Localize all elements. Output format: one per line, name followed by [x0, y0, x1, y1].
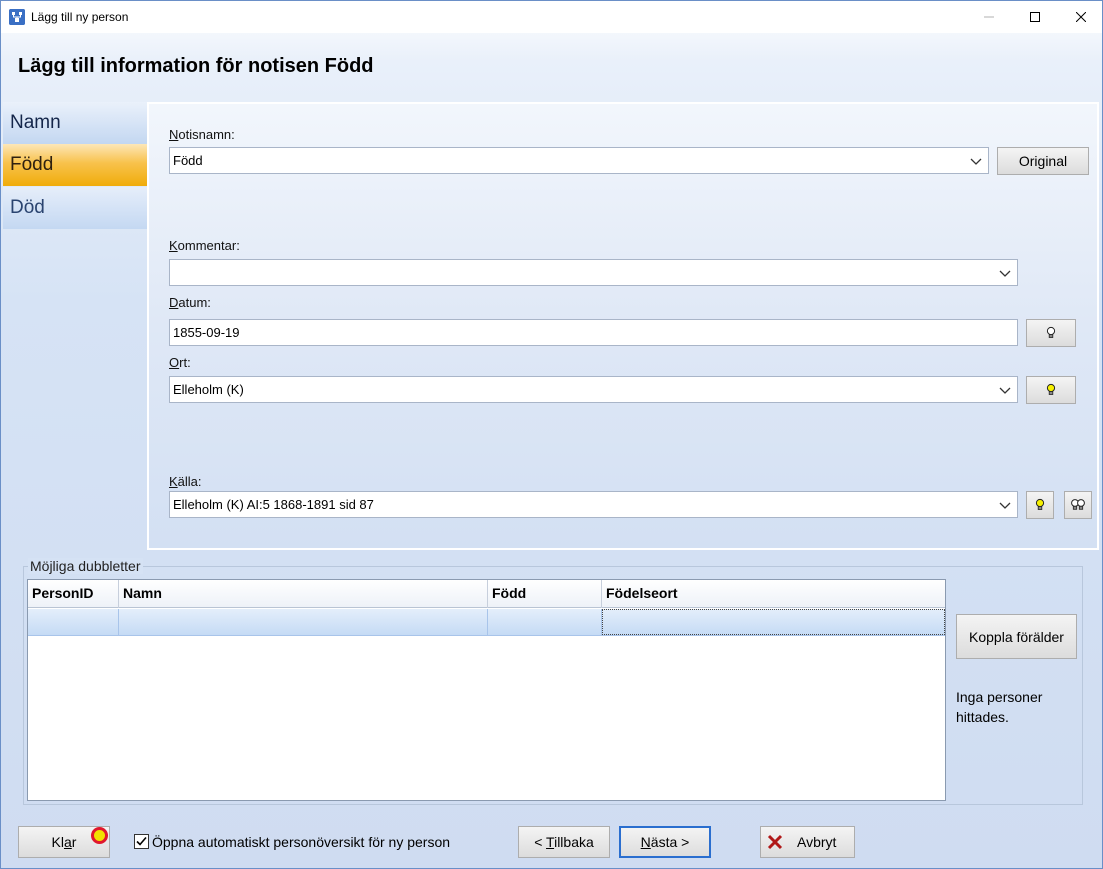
column-header-fodelseort[interactable]: Födelseort: [602, 580, 945, 608]
datum-label: Datum:: [169, 295, 211, 310]
nav-item-label: Död: [10, 197, 45, 218]
kommentar-label: Kommentar:: [169, 238, 240, 253]
duplicates-grid[interactable]: PersonID Namn Född Födelseort: [27, 579, 946, 801]
kalla-value: Elleholm (K) AI:5 1868-1891 sid 87: [173, 497, 374, 512]
ort-value: Elleholm (K): [173, 382, 244, 397]
duplicates-group-title: Möjliga dubbletter: [28, 558, 143, 574]
table-cell: [119, 609, 488, 635]
ort-hint-button[interactable]: [1026, 376, 1076, 404]
lightbulb-lit-icon: [1035, 498, 1045, 510]
kalla-hint-button[interactable]: [1026, 491, 1054, 519]
back-button[interactable]: < Tillbaka: [518, 826, 610, 858]
status-marker-icon: [91, 827, 108, 844]
lightbulb-lit-icon: [1046, 383, 1056, 395]
person-tree-icon: [9, 9, 25, 25]
close-icon: [1076, 12, 1086, 22]
table-cell: [488, 609, 602, 635]
nav-item-namn[interactable]: Namn: [3, 102, 147, 144]
status-line-2: hittades.: [956, 709, 1009, 725]
cancel-button[interactable]: Avbryt: [760, 826, 855, 858]
table-cell-focused: [602, 609, 945, 635]
next-button[interactable]: Nästa >: [619, 826, 711, 858]
chevron-down-icon: [999, 387, 1011, 394]
link-parent-button[interactable]: Koppla förälder: [956, 614, 1077, 659]
double-lightbulb-icon: [1071, 499, 1085, 510]
link-parent-label: Koppla förälder: [969, 628, 1064, 645]
done-button-label: Klar: [51, 834, 77, 850]
chevron-down-icon: [970, 158, 982, 165]
close-button[interactable]: [1058, 1, 1102, 33]
chevron-down-icon: [999, 270, 1011, 277]
table-cell: [28, 609, 119, 635]
datum-input[interactable]: 1855-09-19: [169, 319, 1018, 346]
kalla-label: Källa:: [169, 474, 202, 489]
minimize-button[interactable]: [966, 1, 1012, 33]
page-title: Lägg till information för notisen Född: [18, 55, 374, 77]
original-button[interactable]: Original: [997, 147, 1089, 175]
column-header-namn[interactable]: Namn: [119, 580, 488, 608]
minimize-icon: [984, 16, 994, 18]
duplicates-status: Inga personer hittades.: [956, 687, 1076, 727]
cancel-x-icon: [767, 834, 783, 850]
nav-item-label: Namn: [10, 112, 61, 133]
notisnamn-label: Notisnamn:: [169, 127, 235, 142]
cancel-button-label: Avbryt: [797, 834, 837, 850]
ort-label: Ort:: [169, 355, 191, 370]
column-header-personid[interactable]: PersonID: [28, 580, 119, 608]
datum-value: 1855-09-19: [173, 325, 240, 340]
datum-hint-button[interactable]: [1026, 319, 1076, 347]
auto-overview-checkbox[interactable]: [134, 834, 149, 849]
window-title: Lägg till ny person: [31, 10, 129, 24]
maximize-button[interactable]: [1012, 1, 1058, 33]
title-bar: Lägg till ny person: [1, 1, 1102, 33]
lightbulb-icon: [1046, 326, 1056, 338]
maximize-icon: [1030, 12, 1040, 22]
status-line-1: Inga personer: [956, 689, 1043, 705]
next-button-label: Nästa >: [640, 834, 690, 850]
nav-item-label: Född: [10, 154, 54, 175]
column-header-fodd[interactable]: Född: [488, 580, 602, 608]
kalla-combo[interactable]: Elleholm (K) AI:5 1868-1891 sid 87: [169, 491, 1018, 518]
grid-header: PersonID Namn Född Födelseort: [28, 580, 945, 608]
auto-overview-label[interactable]: Öppna automatiskt personöversikt för ny …: [152, 834, 450, 850]
notisnamn-combo[interactable]: Född: [169, 147, 989, 174]
dialog-window: Lägg till ny person Lägg till informatio…: [0, 0, 1103, 869]
nav-item-dod[interactable]: Död: [3, 187, 147, 229]
notisnamn-value: Född: [173, 153, 203, 168]
kalla-multi-hint-button[interactable]: [1064, 491, 1092, 519]
back-button-label: < Tillbaka: [534, 834, 594, 850]
kommentar-combo[interactable]: [169, 259, 1018, 286]
ort-combo[interactable]: Elleholm (K): [169, 376, 1018, 403]
nav-item-fodd[interactable]: Född: [3, 144, 147, 186]
original-button-label: Original: [1018, 153, 1068, 169]
checkmark-icon: [136, 836, 147, 846]
chevron-down-icon: [999, 502, 1011, 509]
table-row[interactable]: [28, 609, 945, 636]
